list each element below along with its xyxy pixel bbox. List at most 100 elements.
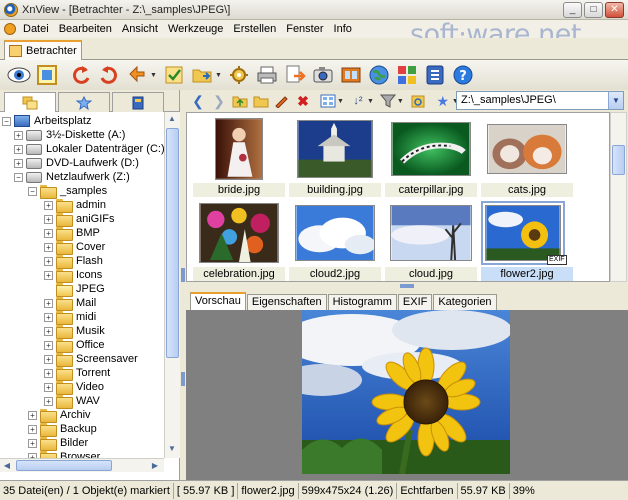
- expand-icon[interactable]: +: [14, 158, 23, 168]
- expand-icon[interactable]: +: [44, 340, 53, 350]
- scroll-thumb[interactable]: [612, 145, 625, 175]
- delete-icon[interactable]: ✖: [293, 91, 313, 111]
- thumbnail-item[interactable]: cats.jpg: [481, 117, 573, 201]
- tree-item[interactable]: + Icons: [44, 268, 102, 283]
- tree-item[interactable]: + BMP: [44, 226, 100, 241]
- tree-item[interactable]: JPEG: [44, 282, 105, 297]
- expand-icon[interactable]: +: [44, 256, 53, 266]
- folder-tree-hscrollbar[interactable]: ◀ ▶: [0, 458, 164, 472]
- tab-catalog[interactable]: [112, 92, 164, 112]
- tab-vorschau[interactable]: Vorschau: [190, 292, 246, 310]
- tree-item[interactable]: + Browser: [28, 450, 100, 458]
- menu-bearbeiten[interactable]: Bearbeiten: [54, 23, 117, 35]
- expand-icon[interactable]: +: [44, 396, 53, 406]
- tree-item[interactable]: + Flash: [44, 254, 103, 269]
- tree-item[interactable]: +3½-Diskette (A:): [14, 128, 125, 142]
- expand-icon[interactable]: +: [28, 424, 37, 434]
- camera-icon[interactable]: [310, 62, 336, 88]
- view-mode-icon[interactable]: [318, 91, 338, 111]
- thumbnail-item-selected[interactable]: EXIF flower2.jpg: [481, 201, 573, 285]
- tree-item[interactable]: + midi: [44, 310, 96, 325]
- splitter-grip[interactable]: [400, 284, 414, 288]
- minimize-button[interactable]: _: [563, 2, 582, 18]
- expand-icon[interactable]: +: [44, 214, 53, 224]
- view-icon[interactable]: [34, 62, 60, 88]
- expand-icon[interactable]: +: [44, 368, 53, 378]
- expand-icon[interactable]: +: [44, 228, 53, 238]
- filmstrip-icon[interactable]: [338, 62, 364, 88]
- back-icon[interactable]: ❮: [188, 91, 208, 111]
- sort-dropdown-icon[interactable]: ▼: [367, 98, 374, 105]
- tree-item[interactable]: + Backup: [28, 422, 97, 437]
- xnview-app-icon[interactable]: [4, 2, 18, 17]
- new-folder-icon[interactable]: [251, 91, 271, 111]
- rotate-right-icon[interactable]: [96, 62, 122, 88]
- menu-fenster[interactable]: Fenster: [281, 23, 328, 35]
- tree-item[interactable]: + Video: [44, 380, 104, 395]
- expand-icon[interactable]: +: [44, 242, 53, 252]
- menu-werkzeuge[interactable]: Werkzeuge: [163, 23, 228, 35]
- tab-folders[interactable]: [4, 92, 56, 112]
- acquire-icon[interactable]: [124, 62, 150, 88]
- thumbnail-item[interactable]: building.jpg: [289, 117, 381, 201]
- eye-icon[interactable]: [6, 62, 32, 88]
- favorite-star-icon[interactable]: ★: [433, 91, 453, 111]
- tree-item[interactable]: − _samples: [28, 184, 107, 199]
- tab-kategorien[interactable]: Kategorien: [433, 294, 497, 310]
- expand-icon[interactable]: +: [14, 144, 23, 154]
- tree-item[interactable]: − Netzlaufwerk (Z:): [14, 170, 130, 184]
- splitter-grip[interactable]: [181, 268, 185, 282]
- tab-betrachter[interactable]: Betrachter: [4, 40, 82, 60]
- tab-exif[interactable]: EXIF: [397, 294, 433, 310]
- tree-item[interactable]: + DVD-Laufwerk (D:): [14, 156, 139, 170]
- mdi-window-icon[interactable]: [4, 23, 16, 35]
- tree-item[interactable]: + Musik: [44, 324, 105, 339]
- expand-icon[interactable]: +: [14, 130, 23, 140]
- folder-tree-vscrollbar[interactable]: ▲ ▼: [164, 112, 180, 458]
- tree-item[interactable]: + aniGIFs: [44, 212, 115, 227]
- close-button[interactable]: ✕: [605, 2, 624, 18]
- tab-eigenschaften[interactable]: Eigenschaften: [246, 294, 327, 310]
- batch-icon[interactable]: [226, 62, 252, 88]
- thumbnail-item[interactable]: bride.jpg: [193, 117, 285, 201]
- tree-item[interactable]: + Cover: [44, 240, 105, 255]
- thumbnail-item[interactable]: cloud.jpg: [385, 201, 477, 285]
- print-icon[interactable]: [254, 62, 280, 88]
- menu-ansicht[interactable]: Ansicht: [117, 23, 163, 35]
- collapse-icon[interactable]: −: [2, 116, 11, 126]
- scroll-down-icon[interactable]: ▼: [165, 442, 179, 456]
- address-dropdown-icon[interactable]: ▼: [608, 92, 623, 109]
- expand-icon[interactable]: +: [28, 438, 37, 448]
- tree-item[interactable]: + Screensaver: [44, 352, 138, 367]
- hscroll-thumb[interactable]: [16, 460, 112, 471]
- scroll-right-icon[interactable]: ▶: [148, 459, 162, 473]
- forward-icon[interactable]: ❯: [209, 91, 229, 111]
- open-icon[interactable]: [189, 62, 215, 88]
- expand-icon[interactable]: +: [28, 410, 37, 420]
- help-icon[interactable]: ?: [450, 62, 476, 88]
- scroll-up-icon[interactable]: ▲: [165, 112, 179, 126]
- thumbnail-item[interactable]: caterpillar.jpg: [385, 117, 477, 201]
- collapse-icon[interactable]: −: [14, 172, 23, 182]
- open-dropdown-icon[interactable]: ▼: [215, 72, 222, 79]
- expand-icon[interactable]: +: [44, 354, 53, 364]
- options-icon[interactable]: [422, 62, 448, 88]
- refresh-icon[interactable]: [408, 91, 428, 111]
- rename-icon[interactable]: [272, 91, 292, 111]
- maximize-button[interactable]: □: [584, 2, 603, 18]
- scroll-left-icon[interactable]: ◀: [0, 459, 14, 473]
- tab-histogramm[interactable]: Histogramm: [327, 294, 397, 310]
- thumbnail-vscrollbar[interactable]: [610, 112, 627, 282]
- rotate-left-icon[interactable]: [68, 62, 94, 88]
- filter-icon[interactable]: [378, 91, 398, 111]
- grid-icon[interactable]: [394, 62, 420, 88]
- expand-icon[interactable]: +: [44, 298, 53, 308]
- tree-item[interactable]: + Office: [44, 338, 105, 353]
- expand-icon[interactable]: +: [44, 270, 53, 280]
- tree-item[interactable]: + Mail: [44, 296, 96, 311]
- tree-item[interactable]: + Bilder: [28, 436, 88, 451]
- scroll-thumb[interactable]: [166, 128, 179, 358]
- parent-folder-icon[interactable]: [230, 91, 250, 111]
- splitter-grip[interactable]: [181, 372, 185, 386]
- thumbnail-item[interactable]: cloud2.jpg: [289, 201, 381, 285]
